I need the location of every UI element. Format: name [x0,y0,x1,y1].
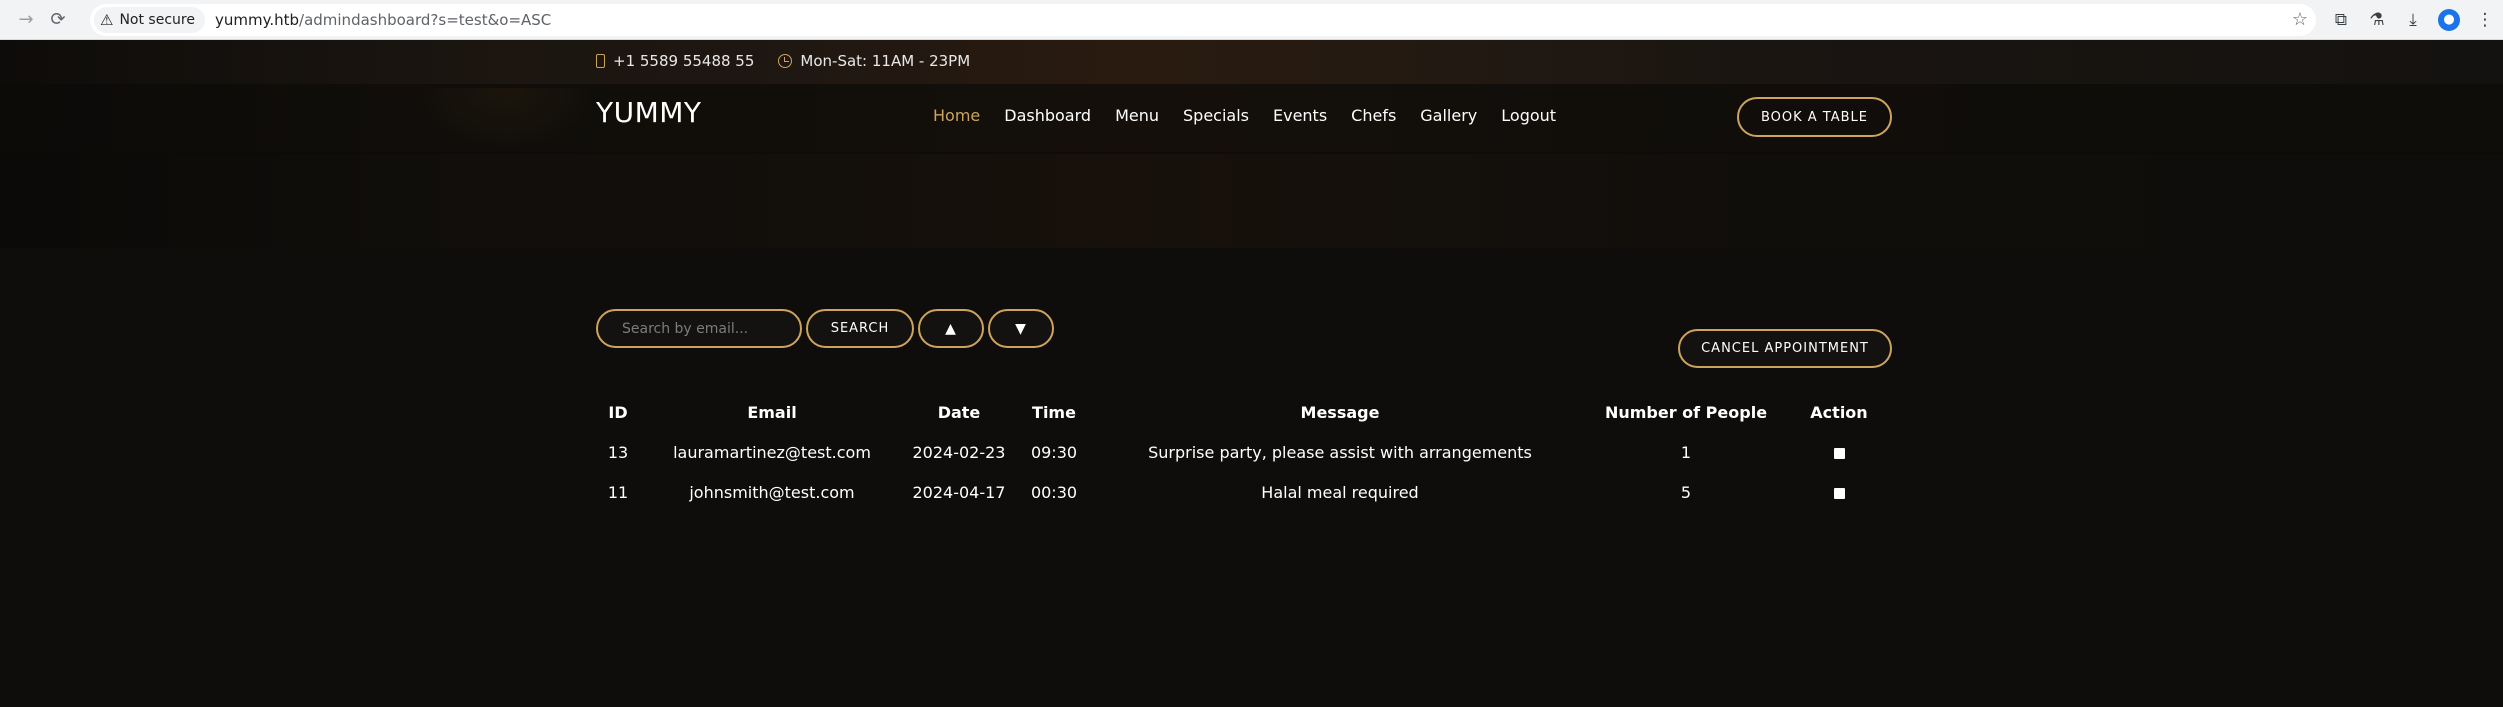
nav-gallery[interactable]: Gallery [1420,106,1477,125]
browser-toolbar: → ⟳ ⚠ Not secure yummy.htb/admindashboar… [0,0,2503,40]
col-header-action: Action [1810,402,1868,422]
clock-icon [778,54,793,68]
forward-icon[interactable]: → [10,4,42,36]
reload-icon[interactable]: ⟳ [42,4,74,36]
url-host: yummy.htb [214,11,300,29]
opening-hours: Mon-Sat: 11AM - 23PM [800,52,971,70]
cell-email: johnsmith@test.com [689,482,855,502]
nav-chefs[interactable]: Chefs [1351,106,1396,125]
cell-id: 11 [607,482,629,502]
col-header-people[interactable]: Number of People [1586,392,1786,432]
nav-logout[interactable]: Logout [1501,106,1556,125]
cell-date: 2024-04-17 [912,482,1006,502]
col-header-date[interactable]: Date [904,392,1014,432]
cell-date: 2024-02-23 [912,442,1006,462]
cell-action [1786,472,1892,512]
labs-icon[interactable]: ⚗ [2359,10,2395,30]
cell-people: 1 [1680,442,1692,462]
site-logo[interactable]: YUMMY [596,96,702,129]
extensions-icon[interactable]: ⧉ [2323,10,2359,30]
cell-id: 13 [607,442,629,462]
col-header-email[interactable]: Email [640,392,904,432]
phone-number: +1 5589 55488 55 [613,52,755,70]
cancel-appointment-button[interactable]: CANCEL APPOINTMENT [1678,329,1892,368]
appointments-table: ID Email Date Time Message Number of Peo… [596,392,1892,512]
cell-time: 00:30 [1030,482,1078,502]
main-nav: Home Dashboard Menu Specials Events Chef… [933,106,1580,125]
col-header-id[interactable]: ID [596,392,640,432]
sort-ascending-button[interactable]: ▲ [918,309,984,348]
sort-descending-button[interactable]: ▼ [988,309,1054,348]
nav-dashboard[interactable]: Dashboard [1004,106,1091,125]
nav-menu[interactable]: Menu [1115,106,1159,125]
table-row: 13 lauramartinez@test.com 2024-02-23 09:… [596,432,1892,472]
cell-email: lauramartinez@test.com [673,442,871,462]
download-icon[interactable]: ⤓ [2395,10,2431,30]
search-input[interactable] [596,309,802,348]
warning-icon: ⚠ [100,11,114,29]
select-checkbox[interactable] [1833,487,1845,499]
table-header-row: ID Email Date Time Message Number of Peo… [596,392,1892,432]
cell-message: Halal meal required [1261,482,1419,502]
url-text[interactable]: yummy.htb/admindashboard?s=test&o=ASC [215,11,551,29]
cell-people: 5 [1680,482,1692,502]
col-header-time[interactable]: Time [1014,392,1094,432]
address-bar[interactable]: ⚠ Not secure yummy.htb/admindashboard?s=… [90,4,2316,36]
table-row: 11 johnsmith@test.com 2024-04-17 00:30 H… [596,472,1892,512]
phone-icon [596,54,605,68]
select-checkbox[interactable] [1833,447,1845,459]
bookmark-star-icon[interactable]: ☆ [2292,9,2308,30]
search-button[interactable]: SEARCH [806,309,914,348]
cell-message: Surprise party, please assist with arran… [1148,442,1532,462]
cell-time: 09:30 [1030,442,1078,462]
security-indicator[interactable]: ⚠ Not secure [94,7,205,33]
page: +1 5589 55488 55 Mon-Sat: 11AM - 23PM YU… [0,40,2503,707]
url-path: /admindashboard?s=test&o=ASC [299,11,552,29]
book-table-button[interactable]: BOOK A TABLE [1737,97,1892,137]
nav-home[interactable]: Home [933,106,980,125]
security-label: Not secure [119,12,195,28]
col-header-message[interactable]: Message [1094,392,1586,432]
contact-bar: +1 5589 55488 55 Mon-Sat: 11AM - 23PM [596,50,970,72]
nav-events[interactable]: Events [1273,106,1327,125]
cell-action [1786,432,1892,472]
menu-kebab-icon[interactable]: ⋮ [2467,10,2503,30]
profile-avatar-icon[interactable]: ● [2438,9,2460,31]
nav-specials[interactable]: Specials [1183,106,1249,125]
